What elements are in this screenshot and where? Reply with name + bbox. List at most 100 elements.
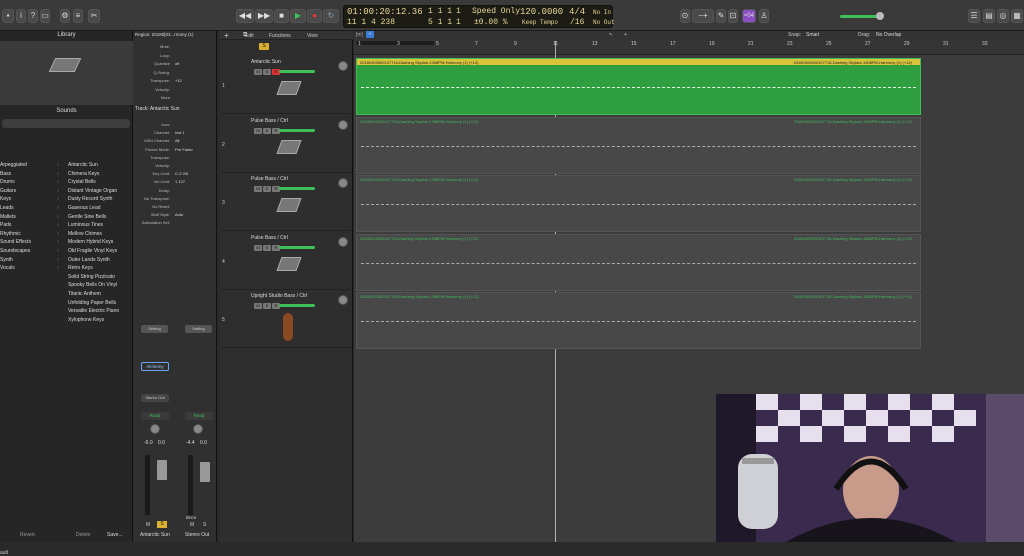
revert-button[interactable]: Revert: [20, 532, 35, 538]
flex-icon[interactable]: ⋏: [366, 31, 374, 38]
inspector-row[interactable]: Icon:: [138, 122, 214, 129]
pan-knob-1[interactable]: [150, 424, 160, 434]
inspector-row[interactable]: More: [138, 95, 214, 102]
category-item[interactable]: Soundscapes: [0, 248, 30, 254]
track-volume-slider[interactable]: [279, 70, 315, 73]
track-header[interactable]: 3 Pulse Bass / Ctrl M S R: [221, 174, 351, 231]
drag-select[interactable]: No Overlap: [876, 32, 901, 38]
pan-knob-2[interactable]: [193, 424, 203, 434]
sound-item[interactable]: Mellow Chimes: [68, 231, 102, 237]
inspector-row[interactable]: Transpose: +12: [138, 78, 214, 85]
catch-icon[interactable]: [m]: [356, 32, 363, 38]
tuner-icon[interactable]: −+: [692, 9, 714, 23]
track-header[interactable]: 4 Pulse Bass / Ctrl M S R: [221, 232, 351, 290]
inspector-row[interactable]: Staff Style: Auto: [138, 212, 214, 219]
master-volume-slider[interactable]: [840, 15, 880, 18]
inspector-row[interactable]: Freeze Mode: Pre Fader: [138, 147, 214, 154]
sound-item[interactable]: Crystal Bells: [68, 179, 96, 185]
category-item[interactable]: Rhythmic: [0, 231, 21, 237]
browser-icon[interactable]: ▦: [1011, 9, 1023, 23]
loop-browser-icon[interactable]: ◎: [997, 9, 1009, 23]
track-header[interactable]: 2 Pulse Bass / Ctrl M S R: [221, 115, 351, 173]
track-name[interactable]: Antarctic Sun: [251, 59, 281, 65]
track-volume-slider[interactable]: [279, 245, 315, 249]
record-button[interactable]: ●: [307, 9, 322, 23]
inspector-row[interactable]: Velocity:: [138, 87, 214, 94]
edit-menu[interactable]: Edit: [245, 33, 254, 39]
inspector-row[interactable]: Quantize off: [138, 61, 214, 68]
category-item[interactable]: Sound Effects: [0, 239, 31, 245]
toolbar-icon[interactable]: ▭: [40, 9, 50, 23]
inspector-row[interactable]: Vel Limit: 1 127: [138, 179, 214, 186]
setting-button-1[interactable]: Setting: [141, 325, 168, 333]
track-volume-slider[interactable]: [279, 304, 315, 307]
inspector-row[interactable]: Delay:: [138, 188, 214, 195]
track-name[interactable]: Pulse Bass / Ctrl: [251, 118, 288, 124]
track-name[interactable]: Upright Studio Bass / Ctrl: [251, 293, 307, 299]
marquee-tool-icon[interactable]: +: [624, 32, 627, 38]
sound-item[interactable]: Chimera Keys: [68, 171, 99, 177]
sound-item[interactable]: Distant Vintage Organ: [68, 188, 117, 194]
master-volume-knob[interactable]: [876, 12, 884, 20]
sound-item[interactable]: Luminous Tines: [68, 222, 103, 228]
functions-menu[interactable]: Functions: [269, 33, 291, 39]
solo-button[interactable]: S: [263, 69, 271, 75]
count-in-button[interactable]: ≈04: [742, 9, 756, 23]
track-name[interactable]: Pulse Bass / Ctrl: [251, 235, 288, 241]
notepad-icon[interactable]: ▤: [983, 9, 995, 23]
track-header[interactable]: 5 Upright Studio Bass / Ctrl M S R: [221, 291, 351, 348]
strip1-solo[interactable]: S: [157, 521, 167, 528]
save-button[interactable]: Save...: [107, 532, 123, 538]
sound-item[interactable]: Versatile Electric Piano: [68, 308, 119, 314]
region-inspector-header[interactable]: Region: 20180[03...rmony (1): [135, 32, 215, 37]
track-header-settings-icon[interactable]: [221, 43, 229, 50]
track-volume-slider[interactable]: [279, 128, 315, 132]
midi-region[interactable]: 20180303000107716-Dashing Skylark-1308PM…: [356, 175, 921, 232]
category-item[interactable]: Pads: [0, 222, 11, 228]
global-solo-button[interactable]: S: [259, 43, 269, 50]
sound-item[interactable]: Antarctic Sun: [68, 162, 98, 168]
category-item[interactable]: Leads: [0, 205, 14, 211]
category-item[interactable]: Mallets: [0, 214, 16, 220]
ruler[interactable]: 13579111315171921232527293133: [354, 39, 1024, 55]
mute-button[interactable]: M: [254, 244, 262, 251]
inspector-row[interactable]: Mute:: [138, 44, 214, 51]
mute-button[interactable]: M: [254, 186, 262, 192]
inspector-row[interactable]: Key Limit: C-2 G8: [138, 171, 214, 178]
pointer-tool-icon[interactable]: ↖: [609, 32, 613, 38]
category-item[interactable]: Synth: [0, 257, 13, 263]
setting-button-2[interactable]: Setting: [185, 325, 212, 333]
midi-region[interactable]: 20180303000107716-Dashing Skylark-1308PM…: [356, 292, 921, 349]
help-icon[interactable]: ?: [28, 9, 38, 23]
editors-icon[interactable]: ✂: [88, 9, 100, 23]
sound-item[interactable]: Modern Hybrid Keys: [68, 239, 113, 245]
midi-region[interactable]: 20180303000107716-Dashing Skylark-1308PM…: [356, 58, 921, 115]
strip2-mute[interactable]: M: [190, 522, 194, 528]
volume-fader-2[interactable]: [200, 462, 210, 482]
category-item[interactable]: Vocals: [0, 265, 15, 271]
cycle-button[interactable]: ↻: [323, 9, 339, 23]
track-name[interactable]: Pulse Bass / Ctrl: [251, 176, 288, 182]
mute-button[interactable]: M: [254, 69, 262, 75]
mute-button[interactable]: M: [254, 127, 262, 134]
sound-item[interactable]: Spooky Bells On Vinyl: [68, 282, 117, 288]
metronome-icon[interactable]: ♙: [759, 9, 769, 23]
mixer-icon[interactable]: ≡: [73, 9, 83, 23]
library-search-input[interactable]: [2, 119, 130, 128]
stop-button[interactable]: ■: [274, 9, 289, 23]
lcd-display[interactable]: 01:00:20:12.36 11 1 4 238 1 1 1 5 1 1 1 …: [343, 5, 615, 28]
inspector-row[interactable]: Q-Swing:: [138, 70, 214, 77]
sound-item[interactable]: Retro Keys: [68, 265, 93, 271]
category-item[interactable]: Keys: [0, 196, 11, 202]
inspector-row[interactable]: Velocity:: [138, 163, 214, 170]
instrument-slot[interactable]: Alchemy: [141, 362, 169, 371]
track-header[interactable]: 1 Antarctic Sun M S R: [221, 57, 351, 114]
sound-item[interactable]: Dusty Record Synth: [68, 196, 112, 202]
smart-controls-icon[interactable]: ⚙: [60, 9, 70, 23]
sound-item[interactable]: Gentle Sine Bells: [68, 214, 106, 220]
play-button[interactable]: ▶: [290, 9, 306, 23]
track-pan-knob[interactable]: [338, 61, 348, 71]
sound-item[interactable]: Titanic Anthem: [68, 291, 101, 297]
snap-select[interactable]: Smart: [806, 32, 819, 38]
track-pan-knob[interactable]: [338, 119, 348, 130]
